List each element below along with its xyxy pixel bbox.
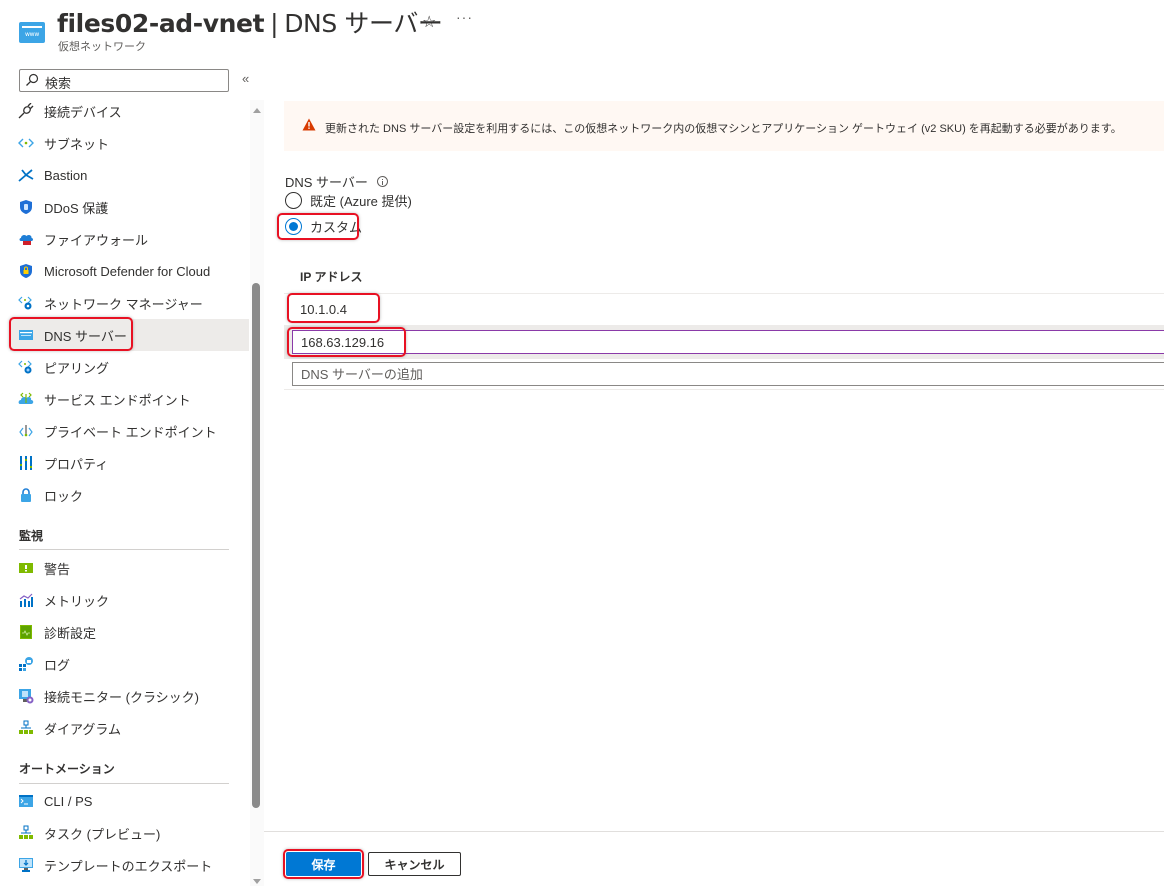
scroll-up-arrow-icon[interactable] [253, 108, 261, 113]
sidebar-item-diagnostic-settings[interactable]: 診断設定 [10, 616, 249, 648]
ip-header-divider [284, 293, 1164, 294]
bastion-icon [18, 167, 34, 183]
sidebar-item-firewall[interactable]: ファイアウォール [10, 223, 249, 255]
properties-icon [18, 455, 34, 471]
sidebar-item-subnets[interactable]: サブネット [10, 127, 249, 159]
sidebar-nav: 接続デバイス サブネット Bastion DDoS 保護 ファイアウォール Mi… [0, 95, 250, 886]
sidebar-item-private-endpoints[interactable]: プライベート エンドポイント [10, 415, 249, 447]
warning-message: 更新された DNS サーバー設定を利用するには、この仮想ネットワーク内の仮想マシ… [325, 123, 1122, 135]
blade-name: DNS サーバー [284, 9, 443, 38]
section-divider [19, 783, 229, 784]
sidebar-item-tasks[interactable]: タスク (プレビュー) [10, 817, 249, 849]
logs-icon [18, 656, 34, 672]
sidebar-item-locks[interactable]: ロック [10, 479, 249, 511]
radio-circle[interactable] [285, 192, 302, 209]
page-header: www files02-ad-vnet | DNS サーバー ☆ ··· 仮想ネット… [0, 0, 1164, 60]
network-manager-icon [18, 295, 34, 311]
plug-icon [18, 103, 34, 119]
diagnostic-settings-icon [18, 624, 34, 640]
diagram-icon [18, 720, 34, 736]
sidebar-item-export-template[interactable]: テンプレートのエクスポート [10, 849, 249, 881]
cancel-button[interactable]: キャンセル [368, 852, 461, 876]
warning-banner: 更新された DNS サーバー設定を利用するには、この仮想ネットワーク内の仮想マシ… [284, 101, 1164, 151]
star-icon[interactable]: ☆ [422, 12, 436, 32]
private-endpoint-icon [18, 423, 34, 439]
export-template-icon [18, 857, 34, 873]
sidebar-item-service-endpoints[interactable]: サービス エンドポイント [10, 383, 249, 415]
sidebar-scrollbar[interactable] [250, 100, 264, 886]
ip-address-column-header: IP アドレス [300, 270, 363, 284]
defender-shield-icon [18, 263, 34, 279]
sidebar-item-peerings[interactable]: ピアリング [10, 351, 249, 383]
title-separator: | [270, 9, 279, 38]
scrollbar-thumb[interactable] [252, 283, 260, 808]
section-divider [19, 549, 229, 550]
sidebar-item-connected-devices[interactable]: 接続デバイス [10, 95, 249, 127]
radio-default-azure-provided[interactable]: 既定 (Azure 提供) [285, 191, 412, 210]
ellipsis-icon[interactable]: ··· [456, 9, 473, 25]
firewall-icon [18, 231, 34, 247]
sidebar-item-cli-ps[interactable]: CLI / PS [10, 785, 249, 817]
cli-icon [18, 793, 34, 809]
ip-address-row[interactable]: 10.1.0.4 [300, 302, 347, 317]
ip-address-input[interactable] [292, 330, 1164, 354]
connection-monitor-icon [18, 688, 34, 704]
sidebar-item-logs[interactable]: ログ [10, 648, 249, 680]
section-title-monitoring: 監視 [19, 529, 44, 543]
service-endpoint-icon [18, 391, 34, 407]
radio-custom[interactable]: カスタム [285, 217, 362, 236]
lock-icon [18, 487, 34, 503]
tasks-icon [18, 825, 34, 841]
footer-divider [264, 831, 1164, 832]
sidebar-item-dns-servers[interactable]: DNS サーバー [10, 319, 249, 351]
scroll-down-arrow-icon[interactable] [253, 879, 261, 884]
search-icon [26, 73, 39, 86]
resource-name: files02-ad-vnet [57, 9, 265, 38]
sidebar-item-defender-for-cloud[interactable]: Microsoft Defender for Cloud [10, 255, 249, 287]
alert-icon [18, 560, 34, 576]
sidebar-item-network-manager[interactable]: ネットワーク マネージャー [10, 287, 249, 319]
info-icon[interactable] [376, 176, 388, 187]
virtual-network-icon: www [19, 22, 45, 43]
sidebar-item-metrics[interactable]: メトリック [10, 584, 249, 616]
collapse-sidebar-button[interactable]: « [242, 71, 249, 86]
sidebar-item-bastion[interactable]: Bastion [10, 159, 249, 191]
page-title: files02-ad-vnet | DNS サーバー [57, 4, 443, 40]
section-title-automation: オートメーション [19, 762, 115, 776]
subnet-icon [18, 135, 34, 151]
add-dns-server-input[interactable] [292, 362, 1164, 386]
sidebar-search-input[interactable]: 検索 [19, 69, 229, 92]
shield-icon [18, 199, 34, 215]
ip-table-bottom-divider [284, 389, 1164, 390]
sidebar-item-connection-monitor[interactable]: 接続モニター (クラシック) [10, 680, 249, 712]
sidebar-item-ddos-protection[interactable]: DDoS 保護 [10, 191, 249, 223]
metrics-icon [18, 592, 34, 608]
resource-type: 仮想ネットワーク [58, 41, 146, 53]
save-button[interactable]: 保存 [286, 852, 361, 876]
sidebar-item-diagram[interactable]: ダイアグラム [10, 712, 249, 744]
dns-server-icon [18, 327, 34, 343]
radio-circle-selected[interactable] [285, 218, 302, 235]
warning-icon [302, 118, 316, 131]
dns-servers-label: DNS サーバー [285, 172, 388, 191]
search-placeholder: 検索 [45, 76, 72, 91]
sidebar-item-alerts[interactable]: 警告 [10, 552, 249, 584]
sidebar-item-properties[interactable]: プロパティ [10, 447, 249, 479]
peering-icon [18, 359, 34, 375]
